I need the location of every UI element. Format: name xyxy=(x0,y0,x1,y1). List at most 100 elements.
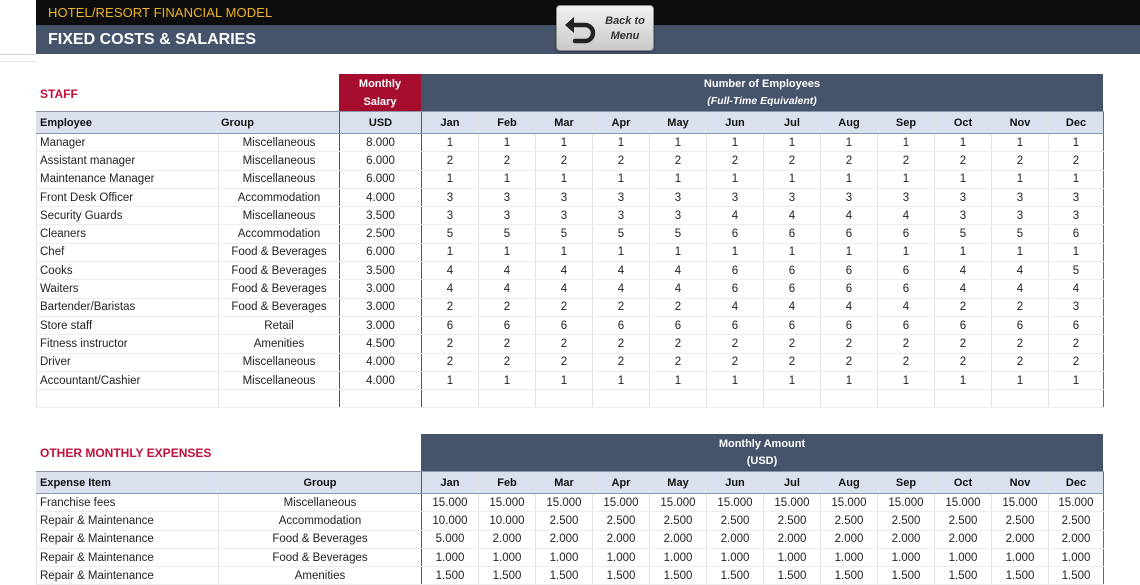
employee-count-cell[interactable]: 6 xyxy=(877,261,935,281)
employee-count-cell[interactable]: 4 xyxy=(535,261,593,281)
employee-count-cell[interactable]: 6 xyxy=(706,224,764,244)
employee-count-cell[interactable]: 4 xyxy=(535,279,593,299)
employee-count-cell[interactable]: 2 xyxy=(592,298,650,317)
employee-count-cell[interactable]: 6 xyxy=(763,261,821,281)
employee-count-cell[interactable]: 4 xyxy=(421,279,479,299)
employee-count-cell[interactable]: 3 xyxy=(478,206,536,226)
employee-count-cell[interactable]: 2 xyxy=(877,334,935,354)
expense-amount-cell[interactable]: 1.000 xyxy=(706,548,764,568)
expense-amount-cell[interactable]: 2.000 xyxy=(649,530,707,549)
employee-count-cell[interactable]: 1 xyxy=(535,371,593,391)
employee-count-cell[interactable]: 6 xyxy=(706,279,764,299)
employee-count-cell[interactable]: 6 xyxy=(991,316,1049,336)
employee-count-cell[interactable]: 6 xyxy=(877,224,935,244)
group-cell[interactable]: Amenities xyxy=(218,334,340,354)
employee-count-cell[interactable]: 2 xyxy=(706,151,764,171)
employee-count-cell[interactable]: 2 xyxy=(820,353,878,372)
employee-count-cell[interactable]: 4 xyxy=(1048,279,1104,299)
employee-count-cell[interactable]: 3 xyxy=(991,206,1049,226)
employee-count-cell[interactable]: 2 xyxy=(649,151,707,171)
employee-count-cell[interactable]: 4 xyxy=(877,206,935,226)
expense-group-cell[interactable]: Food & Beverages xyxy=(218,548,422,568)
expense-amount-cell[interactable]: 1.500 xyxy=(649,566,707,585)
employee-count-cell[interactable]: 1 xyxy=(478,133,536,153)
employee-count-cell[interactable]: 1 xyxy=(649,170,707,189)
employee-count-cell[interactable]: 6 xyxy=(1048,224,1104,244)
employee-count-cell[interactable]: 1 xyxy=(877,133,935,153)
employee-count-cell[interactable]: 3 xyxy=(1048,188,1104,208)
employee-count-cell[interactable]: 2 xyxy=(934,353,992,372)
group-cell[interactable]: Food & Beverages xyxy=(218,298,340,317)
employee-count-cell[interactable]: 3 xyxy=(763,188,821,208)
employee-count-cell[interactable]: 1 xyxy=(478,243,536,263)
expense-amount-cell[interactable]: 2.500 xyxy=(535,511,593,531)
employee-count-cell[interactable]: 1 xyxy=(535,243,593,263)
expense-amount-cell[interactable]: 2.000 xyxy=(1048,530,1104,549)
employee-count-cell[interactable]: 6 xyxy=(478,316,536,336)
employee-count-cell[interactable]: 5 xyxy=(421,224,479,244)
expense-amount-cell[interactable]: 2.500 xyxy=(649,511,707,531)
expense-item-cell[interactable]: Repair & Maintenance xyxy=(36,548,219,568)
employee-count-cell[interactable]: 3 xyxy=(1048,298,1104,317)
employee-count-cell[interactable]: 1 xyxy=(763,133,821,153)
employee-count-cell[interactable]: 6 xyxy=(1048,316,1104,336)
employee-cell[interactable]: Security Guards xyxy=(36,206,219,226)
expense-amount-cell[interactable]: 2.000 xyxy=(991,530,1049,549)
expense-amount-cell[interactable]: 1.000 xyxy=(535,548,593,568)
salary-cell[interactable]: 8.000 xyxy=(339,133,422,153)
employee-count-cell[interactable]: 6 xyxy=(934,316,992,336)
employee-cell[interactable]: Front Desk Officer xyxy=(36,188,219,208)
employee-count-cell[interactable]: 4 xyxy=(934,279,992,299)
employee-count-cell[interactable]: 4 xyxy=(478,261,536,281)
employee-count-cell[interactable]: 1 xyxy=(478,371,536,391)
employee-cell[interactable]: Assistant manager xyxy=(36,151,219,171)
expense-amount-cell[interactable]: 1.500 xyxy=(934,566,992,585)
employee-count-cell[interactable]: 1 xyxy=(706,133,764,153)
employee-count-cell[interactable]: 6 xyxy=(763,224,821,244)
expense-group-cell[interactable]: Food & Beverages xyxy=(218,530,422,549)
employee-count-cell[interactable]: 4 xyxy=(991,261,1049,281)
employee-count-cell[interactable]: 2 xyxy=(1048,353,1104,372)
employee-count-cell[interactable]: 3 xyxy=(934,206,992,226)
employee-count-cell[interactable]: 1 xyxy=(1048,371,1104,391)
expense-amount-cell[interactable]: 10.000 xyxy=(421,511,479,531)
employee-count-cell[interactable]: 5 xyxy=(1048,261,1104,281)
group-cell[interactable]: Food & Beverages xyxy=(218,243,340,263)
employee-count-cell[interactable]: 4 xyxy=(706,298,764,317)
expense-amount-cell[interactable]: 15.000 xyxy=(421,493,479,513)
employee-count-cell[interactable]: 1 xyxy=(991,371,1049,391)
expense-amount-cell[interactable]: 2.000 xyxy=(478,530,536,549)
employee-count-cell[interactable] xyxy=(1048,389,1104,409)
back-to-menu-button[interactable]: Back to Menu xyxy=(556,5,654,51)
employee-count-cell[interactable]: 1 xyxy=(706,371,764,391)
employee-count-cell[interactable]: 6 xyxy=(820,279,878,299)
employee-count-cell[interactable] xyxy=(877,389,935,409)
expense-item-cell[interactable]: Repair & Maintenance xyxy=(36,566,219,585)
employee-count-cell[interactable]: 1 xyxy=(934,243,992,263)
expense-amount-cell[interactable]: 15.000 xyxy=(763,493,821,513)
employee-count-cell[interactable]: 2 xyxy=(649,298,707,317)
salary-cell[interactable]: 3.000 xyxy=(339,298,422,317)
employee-cell[interactable]: Waiters xyxy=(36,279,219,299)
expense-amount-cell[interactable]: 1.500 xyxy=(820,566,878,585)
employee-count-cell[interactable]: 2 xyxy=(934,334,992,354)
group-cell[interactable]: Food & Beverages xyxy=(218,261,340,281)
expense-amount-cell[interactable]: 1.500 xyxy=(1048,566,1104,585)
employee-count-cell[interactable]: 5 xyxy=(535,224,593,244)
employee-count-cell[interactable]: 1 xyxy=(820,170,878,189)
expense-amount-cell[interactable]: 2.500 xyxy=(877,511,935,531)
employee-count-cell[interactable]: 3 xyxy=(478,188,536,208)
employee-count-cell[interactable]: 2 xyxy=(592,334,650,354)
employee-count-cell[interactable]: 6 xyxy=(877,279,935,299)
employee-count-cell[interactable]: 5 xyxy=(478,224,536,244)
employee-count-cell[interactable]: 1 xyxy=(649,371,707,391)
employee-count-cell[interactable]: 2 xyxy=(1048,334,1104,354)
expense-item-cell[interactable]: Repair & Maintenance xyxy=(36,511,219,531)
employee-count-cell[interactable]: 4 xyxy=(478,279,536,299)
group-cell[interactable]: Miscellaneous xyxy=(218,353,340,372)
salary-cell[interactable]: 3.000 xyxy=(339,279,422,299)
employee-count-cell[interactable]: 2 xyxy=(478,151,536,171)
employee-count-cell[interactable]: 1 xyxy=(592,371,650,391)
employee-count-cell[interactable]: 2 xyxy=(592,353,650,372)
employee-count-cell[interactable]: 6 xyxy=(820,224,878,244)
